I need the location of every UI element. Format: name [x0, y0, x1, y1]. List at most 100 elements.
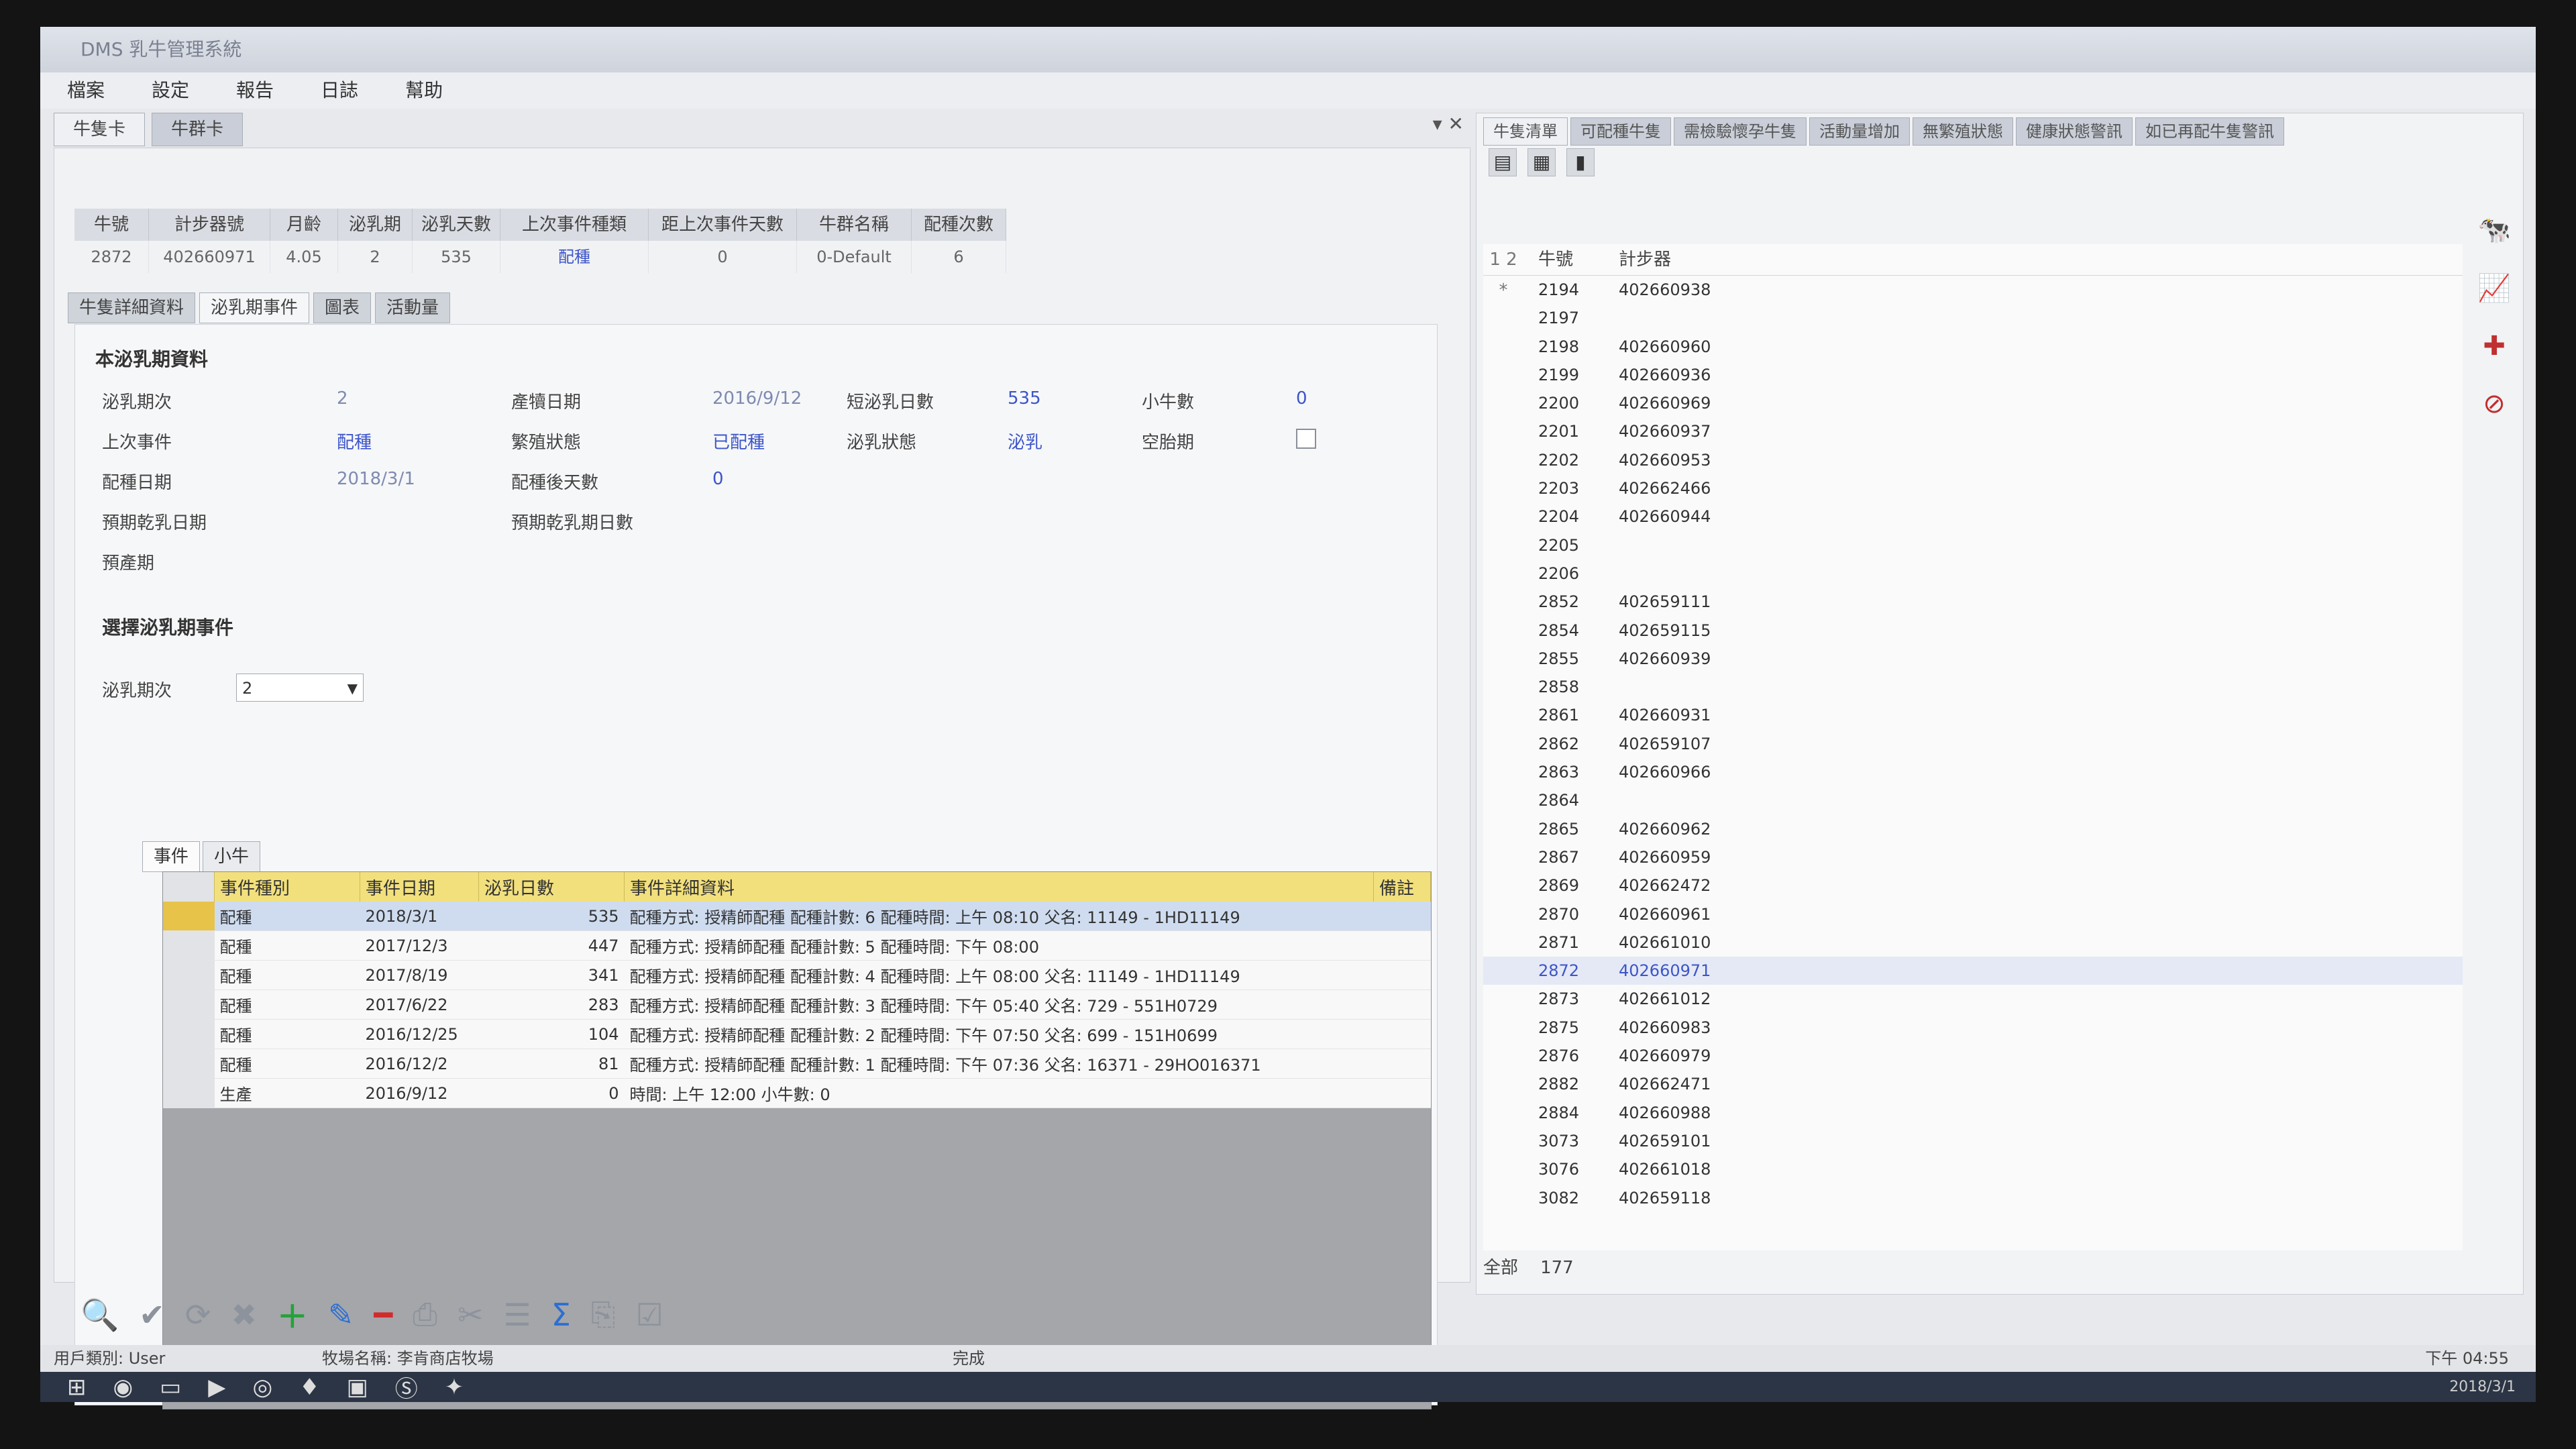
- list-col-cow-id[interactable]: 牛號: [1523, 244, 1619, 275]
- tab-rebred-alert[interactable]: 如已再配牛隻警訊: [2135, 117, 2284, 146]
- list-item[interactable]: 3073 402659101: [1483, 1127, 2463, 1155]
- list-item[interactable]: 2861 402660931: [1483, 701, 2463, 729]
- add-icon[interactable]: ＋: [277, 1293, 308, 1337]
- tab-cow-details[interactable]: 牛隻詳細資料: [68, 292, 196, 323]
- list-item[interactable]: 3082 402659118: [1483, 1184, 2463, 1212]
- app-icon[interactable]: ♦: [299, 1374, 319, 1401]
- table-row[interactable]: 配種 2017/8/19 341 配種方式: 授精師配種 配種計數: 4 配種時…: [163, 960, 1431, 990]
- list-item[interactable]: 2201 402660937: [1483, 417, 2463, 445]
- table-row[interactable]: 配種 2016/12/2 81 配種方式: 授精師配種 配種計數: 1 配種時間…: [163, 1049, 1431, 1079]
- tab-preg-check[interactable]: 需檢驗懷孕牛隻: [1674, 117, 1807, 146]
- table-row[interactable]: 配種 2017/12/3 447 配種方式: 授精師配種 配種計數: 5 配種時…: [163, 930, 1431, 961]
- tab-activity[interactable]: 活動量: [375, 292, 451, 323]
- check-box-icon[interactable]: ☑: [636, 1297, 663, 1333]
- refresh-icon[interactable]: ⟳: [185, 1297, 211, 1333]
- table-row[interactable]: 配種 2016/12/25 104 配種方式: 授精師配種 配種計數: 2 配種…: [163, 1019, 1431, 1049]
- table-row[interactable]: 生產 2016/9/12 0 時間: 上午 12:00 小牛數: 0: [163, 1078, 1431, 1108]
- firefox-icon[interactable]: ◎: [252, 1374, 272, 1401]
- bookmark-icon[interactable]: ▮: [1566, 148, 1595, 176]
- filter-icon[interactable]: ▤: [1489, 148, 1517, 176]
- lactation-select[interactable]: 2 ▼: [236, 674, 364, 702]
- delete-icon[interactable]: ━: [374, 1297, 392, 1333]
- tab-herd-card[interactable]: 牛群卡: [152, 113, 244, 146]
- list-item[interactable]: 2202 402660953: [1483, 446, 2463, 474]
- menu-help[interactable]: 幫助: [405, 72, 443, 109]
- tab-health-alert[interactable]: 健康狀態警訊: [2016, 117, 2133, 146]
- menu-file[interactable]: 檔案: [67, 72, 105, 109]
- alert-icon[interactable]: ⊘: [2483, 388, 2506, 419]
- list-item[interactable]: 2198 402660960: [1483, 333, 2463, 361]
- col-event-dim[interactable]: 泌乳日數: [478, 872, 625, 902]
- confirm-icon[interactable]: ✔: [139, 1297, 165, 1333]
- close-icon[interactable]: ▾ ✕: [1433, 113, 1464, 135]
- tools-icon[interactable]: ✂: [458, 1297, 484, 1333]
- list-item[interactable]: 2875 402660983: [1483, 1014, 2463, 1042]
- list-item[interactable]: 2205: [1483, 531, 2463, 559]
- list-item[interactable]: 2872 402660971: [1483, 957, 2463, 985]
- dms-icon[interactable]: ▣: [347, 1374, 368, 1401]
- chart-icon[interactable]: 📈: [2477, 272, 2511, 304]
- list-item[interactable]: 2200 402660969: [1483, 389, 2463, 417]
- sum-icon[interactable]: Σ: [551, 1297, 571, 1333]
- start-icon[interactable]: ⊞: [67, 1374, 87, 1401]
- table-row[interactable]: 配種 2018/3/1 535 配種方式: 授精師配種 配種計數: 6 配種時間…: [163, 902, 1431, 931]
- print-icon[interactable]: ⎙: [413, 1296, 437, 1334]
- menu-settings[interactable]: 設定: [152, 72, 189, 109]
- report-icon[interactable]: ☰: [504, 1297, 531, 1333]
- tab-activity-increase[interactable]: 活動量增加: [1809, 117, 1910, 146]
- tab-cow-card[interactable]: 牛隻卡: [54, 113, 146, 146]
- edit-icon[interactable]: ✎: [328, 1297, 354, 1333]
- list-item[interactable]: 2199 402660936: [1483, 361, 2463, 389]
- list-col-pedometer[interactable]: 計步器: [1619, 244, 1820, 275]
- list-item[interactable]: 2194 402660938: [1483, 276, 2463, 304]
- list-item[interactable]: 2206: [1483, 559, 2463, 588]
- tab-charts[interactable]: 圖表: [313, 292, 372, 323]
- list-item[interactable]: 2869 402662472: [1483, 871, 2463, 900]
- skype-icon[interactable]: Ⓢ: [395, 1371, 418, 1403]
- list-item[interactable]: 3076 402661018: [1483, 1155, 2463, 1183]
- list-item[interactable]: 2862 402659107: [1483, 730, 2463, 758]
- list-item[interactable]: 2871 402661010: [1483, 928, 2463, 957]
- list-item[interactable]: 2863 402660966: [1483, 758, 2463, 786]
- search-icon[interactable]: 🔍: [80, 1297, 119, 1334]
- list-item[interactable]: 2870 402660961: [1483, 900, 2463, 928]
- cancel-icon[interactable]: ✖: [231, 1297, 257, 1333]
- list-item[interactable]: 2882 402662471: [1483, 1070, 2463, 1098]
- medical-icon[interactable]: ✚: [2483, 331, 2506, 362]
- table-row[interactable]: 配種 2017/6/22 283 配種方式: 授精師配種 配種計數: 3 配種時…: [163, 989, 1431, 1020]
- export-icon[interactable]: ⎘: [591, 1296, 616, 1334]
- grid-icon[interactable]: ▦: [1527, 148, 1556, 176]
- list-item[interactable]: 2204 402660944: [1483, 502, 2463, 531]
- tab-breedable[interactable]: 可配種牛隻: [1570, 117, 1671, 146]
- list-item[interactable]: 2854 402659115: [1483, 616, 2463, 645]
- list-item[interactable]: 2197: [1483, 304, 2463, 332]
- list-item[interactable]: 2876 402660979: [1483, 1042, 2463, 1070]
- tab-calves[interactable]: 小牛: [203, 841, 261, 872]
- list-item[interactable]: 2867 402660959: [1483, 843, 2463, 871]
- tab-no-repro[interactable]: 無繁殖狀態: [1913, 117, 2013, 146]
- col-event-notes[interactable]: 備註: [1373, 872, 1431, 902]
- tab-events[interactable]: 事件: [142, 841, 201, 872]
- list-item[interactable]: 2852 402659111: [1483, 588, 2463, 616]
- folder-icon[interactable]: ▭: [160, 1374, 181, 1401]
- col-event-date[interactable]: 事件日期: [360, 872, 479, 902]
- menu-report[interactable]: 報告: [236, 72, 274, 109]
- col-event-detail[interactable]: 事件詳細資料: [624, 872, 1374, 902]
- list-item[interactable]: 2865 402660962: [1483, 815, 2463, 843]
- list-col-sort[interactable]: 1 2 *: [1483, 244, 1523, 301]
- tab-lactation-events[interactable]: 泌乳期事件: [199, 292, 310, 323]
- chevron-down-icon[interactable]: ▼: [347, 674, 358, 702]
- col-event-type[interactable]: 事件種別: [214, 872, 360, 902]
- cow-icon[interactable]: 🐄: [2477, 214, 2511, 246]
- chrome-icon[interactable]: ◉: [113, 1374, 133, 1401]
- list-item[interactable]: 2855 402660939: [1483, 645, 2463, 673]
- cow-app-icon[interactable]: ✦: [445, 1374, 464, 1401]
- media-icon[interactable]: ▶: [208, 1374, 225, 1401]
- list-item[interactable]: 2858: [1483, 673, 2463, 701]
- menu-log[interactable]: 日誌: [321, 72, 358, 109]
- open-period-checkbox[interactable]: [1296, 429, 1316, 449]
- list-item[interactable]: 2864: [1483, 786, 2463, 814]
- list-item[interactable]: 2873 402661012: [1483, 985, 2463, 1013]
- tab-cow-list[interactable]: 牛隻清單: [1483, 117, 1568, 146]
- list-item[interactable]: 2203 402662466: [1483, 474, 2463, 502]
